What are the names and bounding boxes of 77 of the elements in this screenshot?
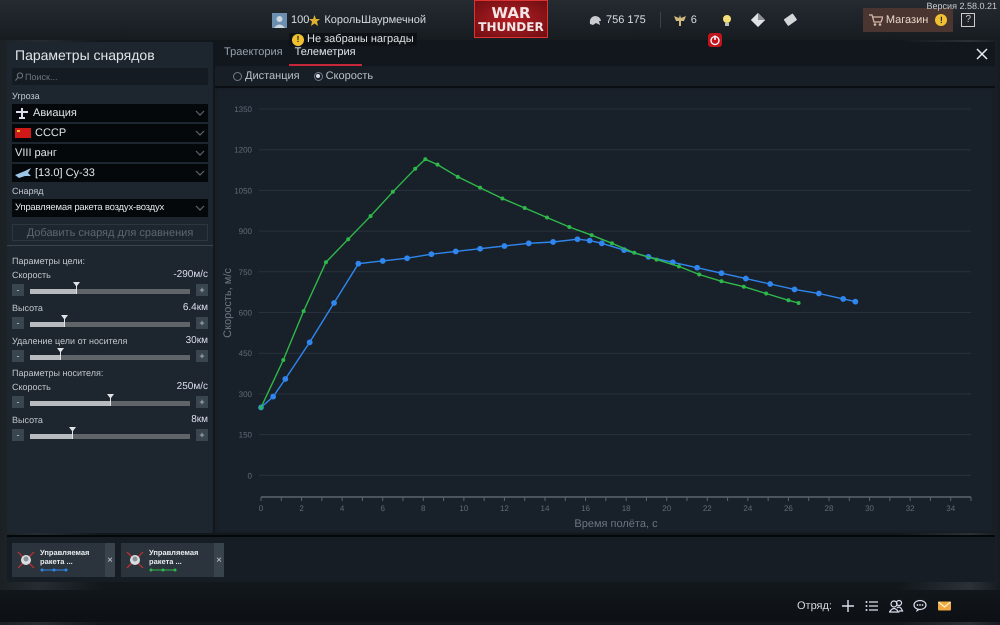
- tick-label: 450: [238, 349, 252, 358]
- player-level: 100: [291, 12, 310, 28]
- dropdown[interactable]: VIII ранг: [12, 144, 208, 162]
- field-label: Угроза: [12, 91, 41, 102]
- tick-label: 1050: [234, 186, 252, 196]
- tick-label: 1200: [234, 146, 252, 155]
- remove-button[interactable]: ×: [214, 543, 224, 577]
- tick-label: 12: [500, 504, 509, 513]
- player-name: КорольШаурмечной: [324, 12, 426, 28]
- decrease-button[interactable]: -: [12, 284, 24, 296]
- help-button[interactable]: ?: [961, 13, 976, 27]
- tick-label: 750: [238, 268, 252, 277]
- search-field[interactable]: Поиск...: [12, 68, 208, 85]
- tick-label: 6: [380, 504, 385, 513]
- alert-badge: !: [292, 34, 304, 46]
- squad-label: Отряд:: [796, 598, 832, 614]
- tick-label: 26: [784, 504, 793, 513]
- tick-label: 20: [662, 504, 672, 513]
- tick-label: 1350: [234, 105, 252, 114]
- increase-button[interactable]: +: [196, 429, 208, 441]
- tick-label: 32: [906, 504, 915, 513]
- alert-badge: !: [935, 14, 948, 26]
- slider-label: Высота: [12, 302, 43, 314]
- increase-button[interactable]: +: [196, 350, 208, 362]
- group-heading: Параметры носителя:: [12, 368, 104, 379]
- slider-value: -290м/с: [173, 269, 208, 281]
- slider-label: Скорость: [12, 381, 51, 393]
- slider-label: Высота: [12, 414, 43, 426]
- lion-count: 756 175: [606, 12, 646, 28]
- tick-label: 0: [248, 471, 252, 480]
- tick-label: 900: [238, 227, 252, 236]
- tick-label: 24: [743, 504, 752, 513]
- increase-button[interactable]: +: [196, 396, 208, 408]
- dropdown[interactable]: Управляемая ракета воздух-воздух: [12, 199, 208, 217]
- tick-label: 34: [946, 504, 956, 513]
- dropdown[interactable]: [13.0] Су-33: [12, 164, 208, 182]
- slider-value: 250м/с: [176, 381, 208, 393]
- field-label: Снаряд: [12, 186, 45, 197]
- tick-label: 300: [238, 390, 252, 399]
- slider-value: 6.4км: [182, 302, 208, 314]
- decrease-button[interactable]: -: [12, 317, 24, 329]
- remove-button[interactable]: ×: [105, 543, 115, 577]
- tick-label: 28: [824, 504, 834, 513]
- tick-label: 4: [340, 504, 344, 513]
- radio-option[interactable]: Дистанция: [233, 68, 300, 84]
- decrease-button[interactable]: -: [12, 350, 24, 362]
- slider-label: Скорость: [12, 269, 51, 281]
- tick-label: 30: [865, 504, 874, 513]
- panel-title: Параметры снарядов: [14, 46, 156, 65]
- tick-label: 2: [299, 504, 304, 513]
- slider-label: Удаление цели от носителя: [12, 335, 128, 347]
- rewards-notice[interactable]: ! Не забраны награды: [289, 33, 417, 46]
- dropdown[interactable]: Авиация: [12, 104, 208, 122]
- tick-label: 0: [258, 504, 264, 513]
- radio-option[interactable]: Скорость: [314, 68, 374, 84]
- slider-value: 30км: [186, 335, 208, 347]
- decrease-button[interactable]: -: [12, 429, 24, 441]
- axis-title: Время полёта, с: [574, 518, 658, 530]
- increase-button[interactable]: +: [196, 317, 208, 329]
- tick-label: 600: [238, 308, 252, 318]
- tick-label: 22: [702, 504, 712, 513]
- tick-label: 18: [622, 504, 631, 513]
- eagle-count: 6: [690, 12, 697, 28]
- tab[interactable]: Траектория: [218, 44, 289, 66]
- tick-label: 8: [421, 504, 426, 513]
- tick-label: 150: [238, 430, 252, 440]
- tick-label: 10: [459, 504, 468, 513]
- axis-title: Скорость, м/с: [222, 268, 234, 338]
- tick-label: 14: [540, 504, 550, 513]
- increase-button[interactable]: +: [196, 284, 208, 296]
- decrease-button[interactable]: -: [12, 396, 24, 408]
- game-logo: WAR THUNDER: [474, 0, 548, 38]
- slider-value: 8км: [191, 414, 208, 426]
- dropdown[interactable]: СССР: [12, 124, 208, 142]
- tick-label: 16: [581, 504, 590, 513]
- group-heading: Параметры цели:: [12, 256, 86, 267]
- notice-text: Не забраны награды: [307, 33, 414, 46]
